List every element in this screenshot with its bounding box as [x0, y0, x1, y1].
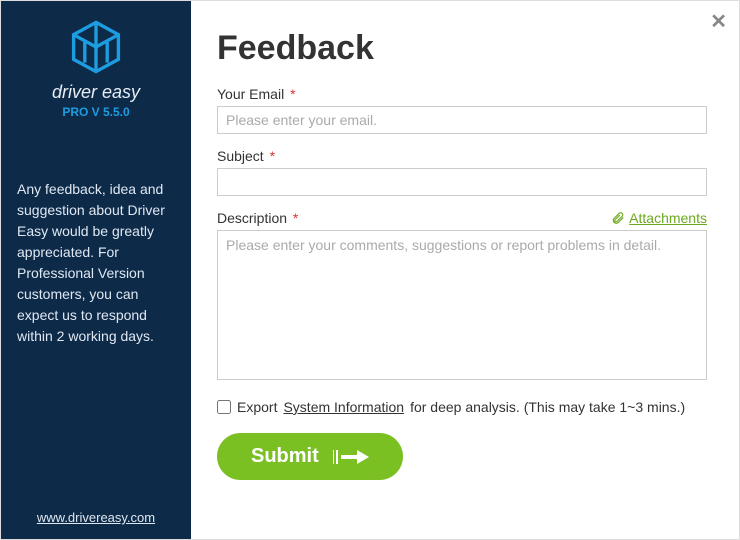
subject-input[interactable]: [217, 168, 707, 196]
description-group: Description * Attachments: [217, 210, 707, 385]
attachments-link[interactable]: Attachments: [611, 210, 707, 226]
export-suffix: for deep analysis. (This may take 1~3 mi…: [410, 399, 685, 415]
sidebar-info-text: Any feedback, idea and suggestion about …: [17, 179, 175, 347]
feedback-window: ✕ driver easy PRO V 5.5.0 Any feedback, …: [0, 0, 740, 540]
required-mark: *: [290, 86, 295, 102]
page-title: Feedback: [217, 29, 707, 68]
export-row: Export System Information for deep analy…: [217, 399, 707, 415]
cube-logo-icon: [68, 19, 124, 80]
logo: driver easy PRO V 5.5.0: [52, 19, 140, 119]
export-prefix: Export: [237, 399, 277, 415]
submit-label: Submit: [251, 445, 319, 468]
arrow-right-icon: [333, 448, 369, 466]
email-group: Your Email *: [217, 86, 707, 134]
main-panel: Feedback Your Email * Subject * Descript…: [191, 1, 739, 539]
email-label: Your Email *: [217, 86, 296, 102]
product-name: driver easy: [52, 82, 140, 103]
export-checkbox[interactable]: [217, 400, 231, 414]
subject-group: Subject *: [217, 148, 707, 196]
paperclip-icon: [611, 211, 625, 225]
sidebar: driver easy PRO V 5.5.0 Any feedback, id…: [1, 1, 191, 539]
required-mark: *: [293, 210, 298, 226]
required-mark: *: [270, 148, 275, 164]
attachments-label: Attachments: [629, 210, 707, 226]
sidebar-footer: www.drivereasy.com: [37, 510, 155, 525]
website-link[interactable]: www.drivereasy.com: [37, 510, 155, 525]
description-textarea[interactable]: [217, 230, 707, 380]
subject-label: Subject *: [217, 148, 275, 164]
system-information-link[interactable]: System Information: [283, 399, 404, 415]
email-input[interactable]: [217, 106, 707, 134]
description-label: Description *: [217, 210, 298, 226]
version-label: PRO V 5.5.0: [62, 105, 129, 119]
submit-button[interactable]: Submit: [217, 433, 403, 480]
